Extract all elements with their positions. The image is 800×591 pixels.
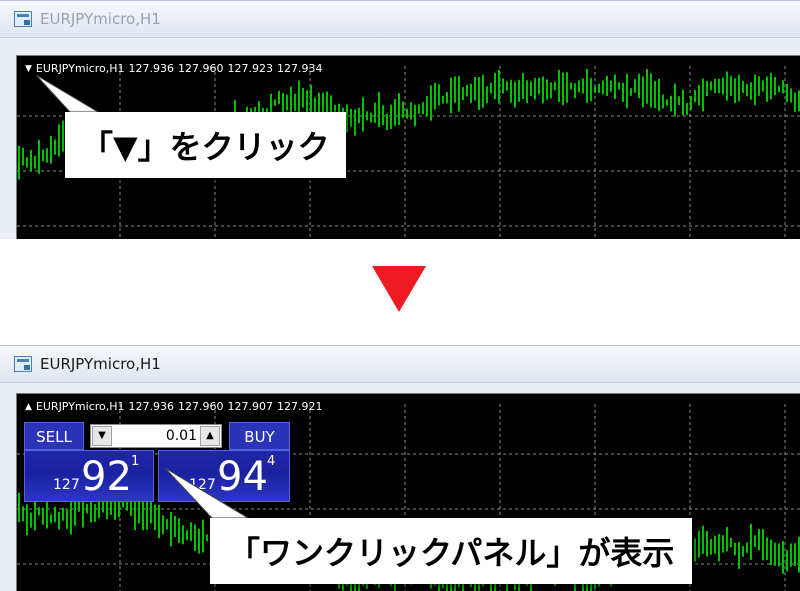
buy-price-prefix: 127 xyxy=(189,477,216,493)
buy-price-main: 94 xyxy=(217,454,268,500)
sell-price-main: 92 xyxy=(81,454,132,500)
window-chart-icon xyxy=(14,11,32,27)
top-chart-header: ▼ EURJPYmicro,H1 127.936 127.960 127.923… xyxy=(25,62,323,75)
window-chart-icon xyxy=(14,356,32,372)
sell-price-prefix: 127 xyxy=(53,477,80,493)
one-click-trading-panel: SELL ▼ 0.01 ▲ BUY 127 92 1 127 94 4 xyxy=(24,422,290,502)
spin-up-icon[interactable]: ▲ xyxy=(200,426,220,446)
buy-button[interactable]: BUY xyxy=(229,422,290,450)
bottom-header-close: 127.921 xyxy=(277,400,323,413)
lot-size-input[interactable]: 0.01 xyxy=(115,426,197,446)
bottom-chart-header: ▲ EURJPYmicro,H1 127.936 127.960 127.907… xyxy=(25,400,323,413)
bottom-header-high: 127.960 xyxy=(178,400,224,413)
sell-price-button[interactable]: 127 92 1 xyxy=(24,450,154,502)
lot-size-stepper[interactable]: ▼ 0.01 ▲ xyxy=(90,424,222,448)
spin-down-icon[interactable]: ▼ xyxy=(92,426,112,446)
top-window-title: EURJPYmicro,H1 xyxy=(40,10,161,28)
buy-price-sup: 4 xyxy=(267,454,276,469)
top-header-symbol: EURJPYmicro,H1 xyxy=(35,62,125,75)
buy-price-button[interactable]: 127 94 4 xyxy=(158,450,290,502)
top-header-high: 127.960 xyxy=(178,62,224,75)
bottom-header-low: 127.907 xyxy=(227,400,274,413)
bottom-callout: 「ワンクリックパネル」が表示 xyxy=(210,518,693,584)
top-callout: 「▼」をクリック xyxy=(65,112,346,178)
sell-price-sup: 1 xyxy=(131,454,140,469)
bottom-titlebar: EURJPYmicro,H1 xyxy=(0,346,800,383)
top-titlebar: EURJPYmicro,H1 xyxy=(0,1,800,38)
top-header-close: 127.934 xyxy=(277,62,323,75)
bottom-header-open: 127.936 xyxy=(128,400,175,413)
top-header-low: 127.923 xyxy=(227,62,274,75)
top-header-open: 127.936 xyxy=(128,62,175,75)
expand-triangle-icon[interactable]: ▲ xyxy=(25,402,32,412)
down-arrow-icon xyxy=(372,266,426,312)
collapse-triangle-icon[interactable]: ▼ xyxy=(25,64,32,74)
bottom-window-title: EURJPYmicro,H1 xyxy=(40,355,161,373)
sell-button[interactable]: SELL xyxy=(24,422,84,450)
bottom-header-symbol: EURJPYmicro,H1 xyxy=(35,400,125,413)
